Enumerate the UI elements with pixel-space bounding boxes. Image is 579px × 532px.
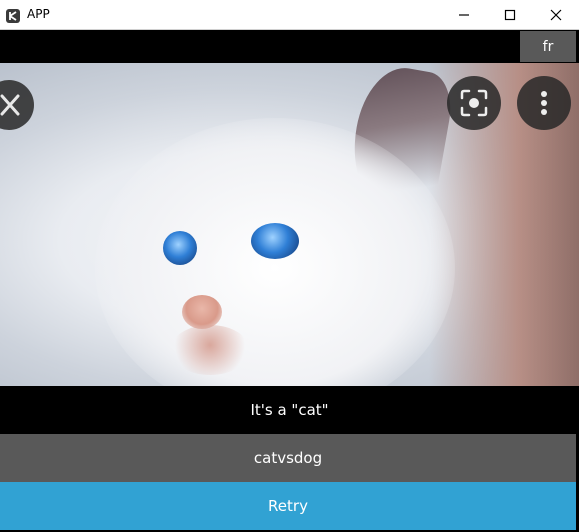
cat-eye-right (251, 223, 299, 259)
more-vertical-icon (541, 91, 547, 115)
language-button[interactable]: fr (520, 31, 576, 62)
close-icon (0, 94, 20, 116)
close-icon (550, 9, 562, 20)
model-button[interactable]: catvsdog (0, 434, 576, 482)
lens-icon (460, 89, 488, 117)
close-window-button[interactable] (533, 0, 579, 29)
title-bar: APP (0, 0, 579, 30)
more-options-button[interactable] (517, 76, 571, 130)
cat-nose (182, 295, 222, 329)
photo-close-button[interactable] (0, 80, 34, 130)
minimize-button[interactable] (441, 0, 487, 29)
lens-button[interactable] (447, 76, 501, 130)
minimize-icon (459, 13, 469, 16)
window-title: APP (27, 7, 50, 21)
prediction-label: It's a "cat" (0, 386, 579, 434)
top-bar (0, 30, 579, 63)
retry-button[interactable]: Retry (0, 482, 576, 530)
app-icon (6, 8, 20, 23)
maximize-icon (504, 9, 516, 20)
cat-eye-left (163, 231, 197, 265)
maximize-button[interactable] (487, 0, 533, 29)
